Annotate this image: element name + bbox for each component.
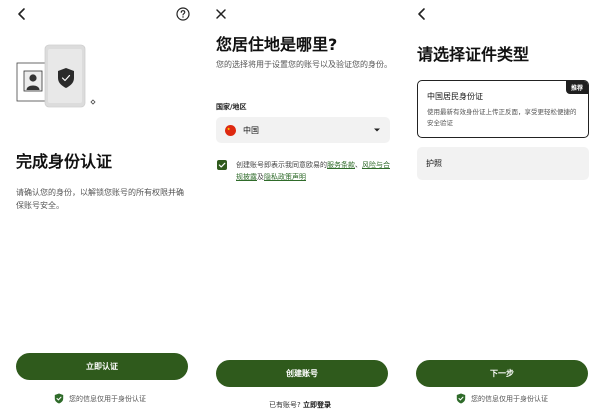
consent-separator: 、 — [355, 161, 362, 169]
option-title: 中国居民身份证 — [427, 92, 483, 101]
recommended-badge: 推荐 — [565, 81, 588, 94]
option-passport[interactable]: 护照 — [417, 147, 589, 180]
back-arrow-icon[interactable] — [414, 6, 430, 22]
footnote-text: 您的信息仅用于身份认证 — [69, 394, 146, 403]
login-prompt-text: 已有账号? — [269, 401, 301, 409]
china-flag-icon — [225, 124, 236, 136]
next-button[interactable]: 下一步 — [416, 360, 588, 387]
consent-prefix: 创建账号即表示我同意欧易的 — [236, 161, 327, 169]
page-title: 您居住地是哪里? — [216, 35, 338, 54]
country-select[interactable]: 中国 — [216, 117, 390, 143]
consent-checkbox[interactable] — [217, 160, 227, 170]
option-china-id-card[interactable]: 推荐 中国居民身份证 使用最新有效身份证上传正反面，享受更轻松便捷的安全验证 — [417, 80, 589, 138]
footnote-text: 您的信息仅用于身份认证 — [471, 394, 548, 403]
consent-text: 创建账号即表示我同意欧易的服务条款、风险与合规披露及隐私政策声明 — [236, 159, 396, 183]
privacy-footnote: 您的信息仅用于身份认证 — [54, 393, 146, 404]
identity-intro-screen: 完成身份认证 请确认您的身份，以解锁您账号的所有权限并确保账号安全。 立即认证 … — [0, 0, 200, 416]
checkmark-icon — [218, 162, 226, 168]
residence-screen: 您居住地是哪里? 您的选择将用于设置您的账号以及验证您的身份。 国家/地区 中国… — [200, 0, 400, 416]
dropdown-caret-icon — [374, 128, 380, 132]
page-description: 请确认您的身份，以解锁您账号的所有权限并确保账号安全。 — [16, 188, 184, 210]
id-verification-illustration — [16, 44, 96, 108]
page-description: 您的选择将用于设置您的账号以及验证您的身份。 — [216, 60, 392, 69]
option-title: 护照 — [426, 159, 442, 168]
privacy-policy-link[interactable]: 隐私政策声明 — [264, 173, 306, 181]
create-account-button[interactable]: 创建账号 — [216, 360, 388, 387]
option-description: 使用最新有效身份证上传正反面，享受更轻松便捷的安全验证 — [427, 108, 577, 127]
page-title: 完成身份认证 — [16, 152, 113, 171]
shield-check-icon — [456, 393, 466, 404]
back-arrow-icon[interactable] — [14, 6, 30, 22]
page-title: 请选择证件类型 — [417, 45, 530, 64]
login-prompt: 已有账号? 立即登录 — [200, 400, 400, 410]
terms-of-service-link[interactable]: 服务条款 — [327, 161, 355, 169]
close-icon[interactable] — [214, 7, 228, 21]
login-link[interactable]: 立即登录 — [303, 401, 331, 409]
privacy-footnote: 您的信息仅用于身份认证 — [456, 393, 548, 404]
country-field-label: 国家/地区 — [216, 103, 247, 111]
country-value: 中国 — [243, 125, 259, 135]
document-type-screen: 请选择证件类型 推荐 中国居民身份证 使用最新有效身份证上传正反面，享受更轻松便… — [400, 0, 600, 416]
verify-now-button[interactable]: 立即认证 — [16, 353, 188, 380]
consent-separator: 及 — [257, 173, 264, 181]
shield-check-icon — [54, 393, 64, 404]
help-icon[interactable] — [176, 7, 190, 21]
